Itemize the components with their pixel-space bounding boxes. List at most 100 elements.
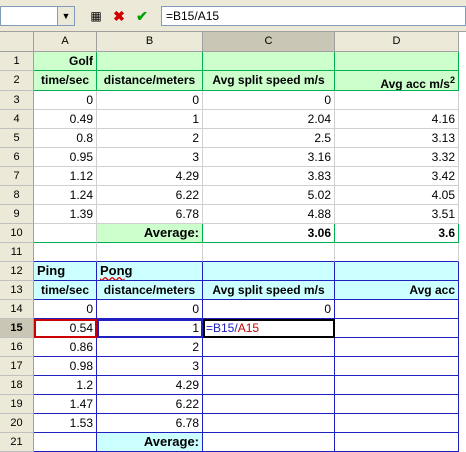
pingpong-distance-cell[interactable]: 6.78: [97, 414, 203, 433]
golf-average-acc[interactable]: 3.6: [335, 224, 459, 243]
row-header[interactable]: 21: [0, 433, 34, 452]
pingpong-title-a[interactable]: Ping: [34, 262, 97, 281]
cell[interactable]: [203, 52, 335, 71]
cell[interactable]: [97, 243, 203, 262]
golf-speed-cell[interactable]: 3.83: [203, 167, 335, 186]
golf-distance-cell[interactable]: 6.22: [97, 186, 203, 205]
golf-distance-cell[interactable]: 2: [97, 129, 203, 148]
pingpong-speed-cell[interactable]: [203, 395, 335, 414]
cell[interactable]: [335, 433, 459, 452]
golf-acc-cell[interactable]: [335, 91, 459, 110]
golf-speed-cell[interactable]: 5.02: [203, 186, 335, 205]
row-header[interactable]: 17: [0, 357, 34, 376]
row-header[interactable]: 13: [0, 281, 34, 300]
pingpong-time-cell[interactable]: 1.53: [34, 414, 97, 433]
row-header[interactable]: 12: [0, 262, 34, 281]
pingpong-acc-cell[interactable]: [335, 357, 459, 376]
column-header-b[interactable]: B: [97, 32, 203, 52]
golf-distance-cell[interactable]: 6.78: [97, 205, 203, 224]
pingpong-distance-cell[interactable]: 4.29: [97, 376, 203, 395]
golf-acc-cell[interactable]: 3.42: [335, 167, 459, 186]
cell[interactable]: [203, 243, 335, 262]
cell[interactable]: [335, 52, 459, 71]
pingpong-distance-cell-referenced[interactable]: 1: [97, 319, 203, 338]
name-box[interactable]: [0, 6, 58, 26]
golf-average-label[interactable]: Average:: [97, 224, 203, 243]
name-box-dropdown-button[interactable]: ▼: [58, 6, 75, 26]
row-header[interactable]: 14: [0, 300, 34, 319]
column-header-d[interactable]: D: [335, 32, 459, 52]
cell[interactable]: [34, 433, 97, 452]
row-header[interactable]: 2: [0, 71, 34, 91]
pingpong-speed-cell[interactable]: [203, 414, 335, 433]
golf-distance-cell[interactable]: 1: [97, 110, 203, 129]
cell[interactable]: [335, 243, 459, 262]
row-header[interactable]: 16: [0, 338, 34, 357]
pingpong-speed-cell[interactable]: [203, 338, 335, 357]
golf-speed-cell[interactable]: 3.16: [203, 148, 335, 167]
golf-header-acc[interactable]: Avg acc m/s2: [335, 71, 459, 91]
row-header[interactable]: 20: [0, 414, 34, 433]
pingpong-acc-cell[interactable]: [335, 414, 459, 433]
pingpong-time-cell[interactable]: 0: [34, 300, 97, 319]
golf-header-time[interactable]: time/sec: [34, 71, 97, 91]
row-header[interactable]: 7: [0, 167, 34, 186]
row-header[interactable]: 4: [0, 110, 34, 129]
pingpong-distance-cell[interactable]: 0: [97, 300, 203, 319]
row-header[interactable]: 1: [0, 52, 34, 71]
pingpong-time-cell-referenced[interactable]: 0.54: [34, 319, 97, 338]
pingpong-header-acc[interactable]: Avg acc: [335, 281, 459, 300]
pingpong-acc-cell[interactable]: [335, 319, 459, 338]
golf-time-cell[interactable]: 1.12: [34, 167, 97, 186]
pingpong-average-label[interactable]: Average:: [97, 433, 203, 452]
pingpong-speed-cell[interactable]: [203, 357, 335, 376]
golf-average-speed[interactable]: 3.06: [203, 224, 335, 243]
row-header[interactable]: 9: [0, 205, 34, 224]
golf-distance-cell[interactable]: 3: [97, 148, 203, 167]
pingpong-acc-cell[interactable]: [335, 338, 459, 357]
cell[interactable]: [203, 262, 335, 281]
pingpong-distance-cell[interactable]: 3: [97, 357, 203, 376]
accept-icon[interactable]: ✔: [134, 8, 150, 24]
golf-acc-cell[interactable]: 3.51: [335, 205, 459, 224]
golf-header-distance[interactable]: distance/meters: [97, 71, 203, 91]
pingpong-time-cell[interactable]: 1.47: [34, 395, 97, 414]
golf-speed-cell[interactable]: 2.5: [203, 129, 335, 148]
pingpong-header-time[interactable]: time/sec: [34, 281, 97, 300]
function-wizard-icon[interactable]: ▦: [88, 8, 104, 24]
golf-time-cell[interactable]: 0.95: [34, 148, 97, 167]
golf-distance-cell[interactable]: 0: [97, 91, 203, 110]
cell[interactable]: [97, 52, 203, 71]
pingpong-time-cell[interactable]: 1.2: [34, 376, 97, 395]
pingpong-acc-cell[interactable]: [335, 376, 459, 395]
golf-acc-cell[interactable]: 4.16: [335, 110, 459, 129]
golf-time-cell[interactable]: 1.39: [34, 205, 97, 224]
pingpong-speed-cell[interactable]: [203, 376, 335, 395]
formula-input[interactable]: =B15/A15: [161, 6, 466, 26]
row-header[interactable]: 19: [0, 395, 34, 414]
row-header[interactable]: 5: [0, 129, 34, 148]
golf-distance-cell[interactable]: 4.29: [97, 167, 203, 186]
golf-header-speed[interactable]: Avg split speed m/s: [203, 71, 335, 91]
row-header[interactable]: 11: [0, 243, 34, 262]
cancel-icon[interactable]: ✖: [111, 8, 127, 24]
cell[interactable]: [203, 433, 335, 452]
golf-time-cell[interactable]: 1.24: [34, 186, 97, 205]
pingpong-acc-cell[interactable]: [335, 395, 459, 414]
row-header[interactable]: 18: [0, 376, 34, 395]
pingpong-distance-cell[interactable]: 2: [97, 338, 203, 357]
pingpong-distance-cell[interactable]: 6.22: [97, 395, 203, 414]
golf-speed-cell[interactable]: 4.88: [203, 205, 335, 224]
pingpong-time-cell[interactable]: 0.98: [34, 357, 97, 376]
pingpong-title-b[interactable]: Pong: [97, 262, 203, 281]
golf-speed-cell[interactable]: 0: [203, 91, 335, 110]
row-header[interactable]: 3: [0, 91, 34, 110]
golf-acc-cell[interactable]: 4.05: [335, 186, 459, 205]
row-header[interactable]: 8: [0, 186, 34, 205]
row-header[interactable]: 6: [0, 148, 34, 167]
row-header[interactable]: 10: [0, 224, 34, 243]
cell[interactable]: [335, 262, 459, 281]
golf-acc-cell[interactable]: 3.32: [335, 148, 459, 167]
pingpong-time-cell[interactable]: 0.86: [34, 338, 97, 357]
golf-time-cell[interactable]: 0.49: [34, 110, 97, 129]
